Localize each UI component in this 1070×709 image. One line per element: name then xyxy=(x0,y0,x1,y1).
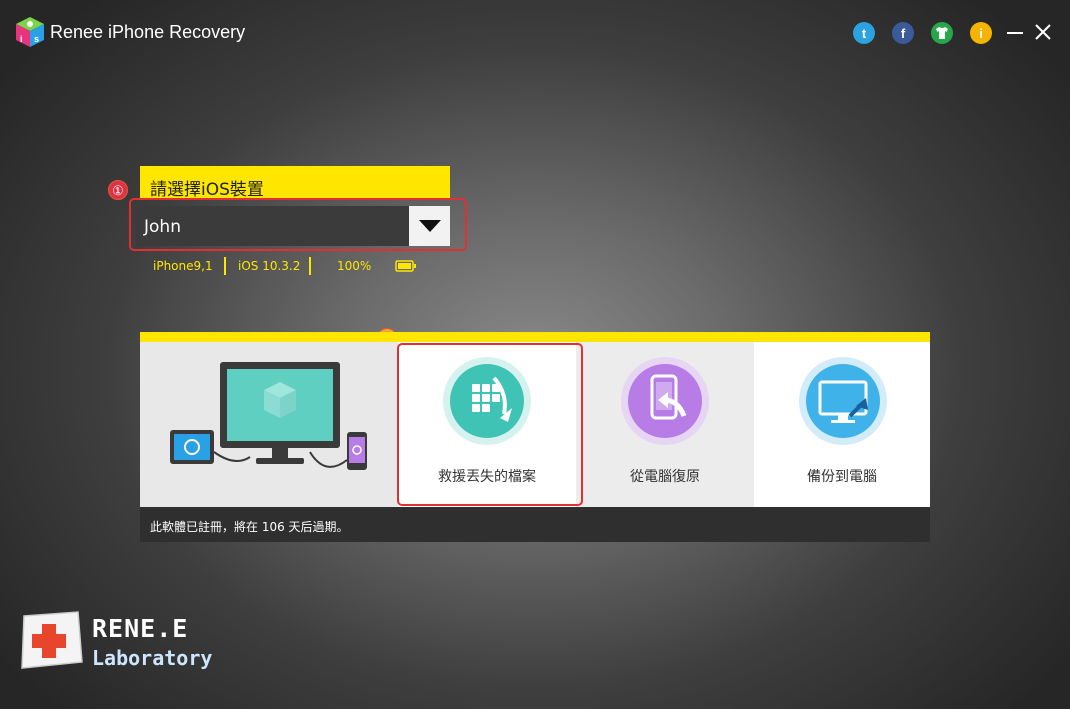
backup-to-pc-icon xyxy=(799,357,887,445)
app-title: Renee iPhone Recovery xyxy=(50,22,246,42)
backup-to-pc-label: 備份到電腦 xyxy=(807,469,877,485)
restore-from-pc-label: 從電腦復原 xyxy=(630,469,700,485)
device-select-highlight xyxy=(129,198,467,251)
device-model: iPhone9,1 xyxy=(153,259,213,273)
info-icon[interactable]: i xyxy=(970,22,992,44)
minimize-icon[interactable] xyxy=(1004,22,1026,44)
svg-text:i: i xyxy=(20,34,23,44)
device-label: 請選擇iOS裝置 xyxy=(150,180,264,200)
panel-accent-bar xyxy=(140,332,930,342)
svg-text:s: s xyxy=(34,34,39,44)
app-logo-icon: i s xyxy=(16,17,44,47)
twitter-icon[interactable]: t xyxy=(853,22,875,44)
tshirt-glyph-icon xyxy=(936,27,948,39)
restore-from-pc-option[interactable]: 從電腦復原 xyxy=(576,342,754,507)
close-icon[interactable] xyxy=(1033,22,1053,42)
brand-logo-icon xyxy=(21,611,83,669)
status-bar: 此軟體已註冊，將在 106 天后過期。 xyxy=(140,507,930,542)
brand-name: RENE.E xyxy=(92,614,189,643)
step-one-marker: ① xyxy=(108,180,128,200)
license-status-text: 此軟體已註冊，將在 106 天后過期。 xyxy=(150,520,349,534)
title-bar: i s Renee iPhone Recovery t f i xyxy=(0,0,1070,62)
device-label-bar: 請選擇iOS裝置 xyxy=(140,166,450,200)
backup-to-pc-option[interactable]: 備份到電腦 xyxy=(754,342,930,507)
device-ios-version: iOS 10.3.2 xyxy=(238,259,301,273)
monitor-devices-icon xyxy=(170,362,367,470)
facebook-icon[interactable]: f xyxy=(892,22,914,44)
battery-icon xyxy=(395,260,416,272)
tshirt-icon[interactable] xyxy=(931,22,953,44)
info-divider xyxy=(309,257,311,275)
info-divider xyxy=(224,257,226,275)
brand-subtitle: Laboratory xyxy=(92,646,213,670)
recover-option-highlight xyxy=(397,343,583,506)
device-illustration xyxy=(140,342,398,507)
restore-from-pc-icon xyxy=(621,357,709,445)
device-battery-level: 100% xyxy=(337,259,372,273)
